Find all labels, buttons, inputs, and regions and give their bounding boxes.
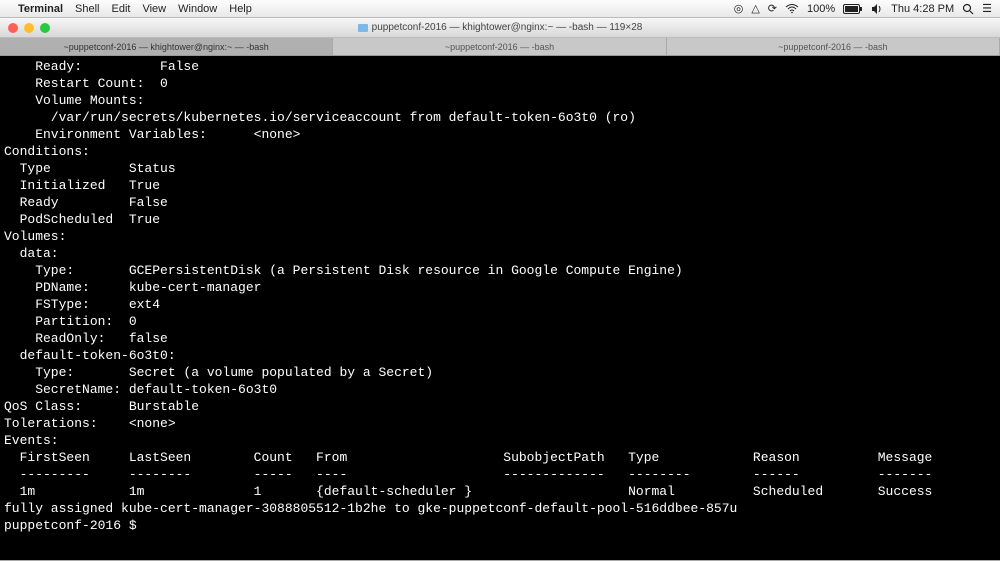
- zoom-button[interactable]: [40, 23, 50, 33]
- close-button[interactable]: [8, 23, 18, 33]
- search-icon[interactable]: [962, 3, 974, 15]
- macos-menubar: Terminal Shell Edit View Window Help ◎ △…: [0, 0, 1000, 18]
- wifi-icon[interactable]: [785, 4, 799, 14]
- tab-3[interactable]: ~puppetconf-2016 — -bash: [667, 38, 1000, 55]
- window-title: puppetconf-2016 — khightower@nginx:~ — -…: [8, 22, 992, 33]
- menu-edit[interactable]: Edit: [112, 3, 131, 15]
- menu-app[interactable]: Terminal: [18, 3, 63, 15]
- battery-icon[interactable]: [843, 4, 863, 14]
- minimize-button[interactable]: [24, 23, 34, 33]
- tab-1[interactable]: ~puppetconf-2016 — khightower@nginx:~ — …: [0, 38, 333, 55]
- folder-icon: [358, 24, 368, 32]
- terminal-window: puppetconf-2016 — khightower@nginx:~ — -…: [0, 18, 1000, 561]
- menu-window[interactable]: Window: [178, 3, 217, 15]
- menu-shell[interactable]: Shell: [75, 3, 99, 15]
- menu-view[interactable]: View: [142, 3, 166, 15]
- volume-icon[interactable]: [871, 4, 883, 14]
- window-title-text: puppetconf-2016 — khightower@nginx:~ — -…: [372, 22, 643, 33]
- battery-percent: 100%: [807, 3, 835, 15]
- window-titlebar[interactable]: puppetconf-2016 — khightower@nginx:~ — -…: [0, 18, 1000, 38]
- window-traffic-lights: [8, 23, 50, 33]
- notifications-icon[interactable]: ☰: [982, 2, 992, 15]
- cloud-icon[interactable]: △: [751, 2, 759, 15]
- terminal-output[interactable]: Ready: False Restart Count: 0 Volume Mou…: [0, 56, 1000, 560]
- sync-icon[interactable]: ⟳: [768, 2, 777, 15]
- menu-help[interactable]: Help: [229, 3, 252, 15]
- clock[interactable]: Thu 4:28 PM: [891, 3, 954, 15]
- terminal-tabs: ~puppetconf-2016 — khightower@nginx:~ — …: [0, 38, 1000, 56]
- tab-2[interactable]: ~puppetconf-2016 — -bash: [333, 38, 666, 55]
- shield-icon[interactable]: ◎: [734, 2, 744, 15]
